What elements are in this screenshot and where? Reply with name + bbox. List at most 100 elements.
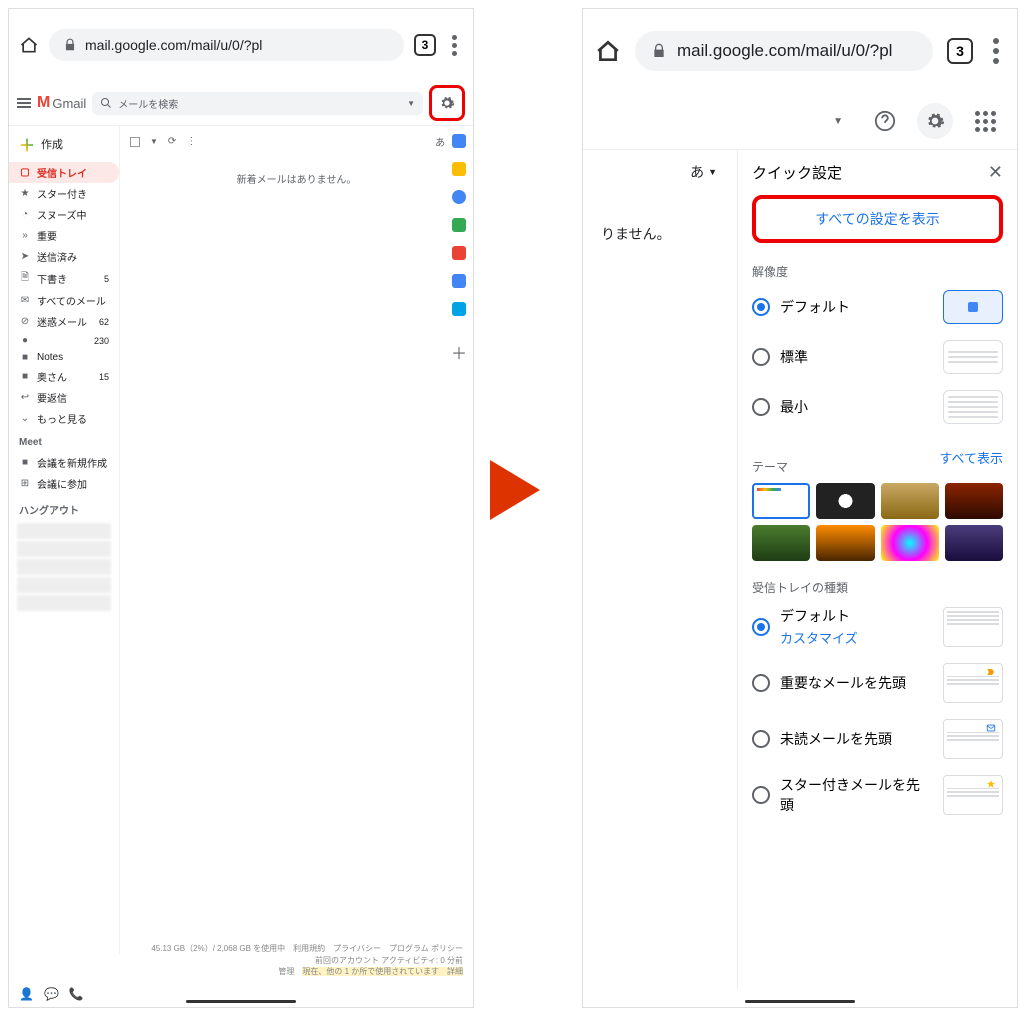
spam-icon: ⊘ bbox=[19, 316, 31, 327]
nav-reply-needed[interactable]: ↩要返信 bbox=[9, 387, 119, 408]
chevron-down-icon[interactable]: ▼ bbox=[823, 110, 853, 133]
theme-option[interactable] bbox=[881, 525, 939, 561]
home-icon[interactable] bbox=[595, 38, 621, 64]
meet-section: Meet bbox=[9, 429, 119, 452]
inbox-preview-icon bbox=[943, 663, 1003, 703]
browser-urlbar: mail.google.com/mail/u/0/?pl 3 bbox=[583, 9, 1017, 93]
hangout-section: ハングアウト bbox=[9, 494, 119, 521]
theme-option[interactable] bbox=[752, 525, 810, 561]
help-icon bbox=[874, 110, 896, 132]
person-icon[interactable]: 👤 bbox=[19, 987, 34, 1001]
refresh-icon[interactable]: ⟳ bbox=[168, 136, 176, 147]
gmail-logo[interactable]: M Gmail bbox=[37, 94, 86, 112]
nav-allmail[interactable]: ✉すべてのメール bbox=[9, 290, 119, 311]
addon-icon[interactable] bbox=[452, 274, 466, 288]
theme-option[interactable] bbox=[945, 483, 1003, 519]
apps-button[interactable] bbox=[967, 103, 1003, 139]
gmail-header: M Gmail メールを検索 ▼ bbox=[9, 81, 473, 126]
empty-inbox-message: 新着メールはありません。 bbox=[126, 171, 467, 186]
settings-button[interactable] bbox=[917, 103, 953, 139]
more-icon[interactable]: ⋮ bbox=[186, 136, 196, 147]
url-field[interactable]: mail.google.com/mail/u/0/?pl bbox=[635, 31, 933, 71]
nav-label-oku[interactable]: ■奥さん15 bbox=[9, 366, 119, 387]
clock-icon: ◔ bbox=[19, 209, 31, 220]
chat-icon[interactable]: 💬 bbox=[44, 987, 59, 1001]
label-icon: ■ bbox=[19, 352, 31, 363]
nav-more[interactable]: ⌄もっと見る bbox=[9, 408, 119, 429]
chat-icons: 👤 💬 📞 bbox=[19, 987, 84, 1001]
theme-option[interactable] bbox=[816, 483, 874, 519]
chevron-down-icon[interactable]: ▼ bbox=[407, 99, 415, 108]
meet-new[interactable]: ■会議を新規作成 bbox=[9, 452, 119, 473]
radio-icon bbox=[752, 298, 770, 316]
add-addon-icon[interactable]: ＋ bbox=[451, 340, 467, 364]
theme-option[interactable] bbox=[945, 525, 1003, 561]
hangout-contact[interactable] bbox=[17, 523, 111, 539]
inbox-type-important[interactable]: 重要なメールを先頭 bbox=[752, 663, 1003, 703]
calendar-icon[interactable] bbox=[452, 134, 466, 148]
contacts-icon[interactable] bbox=[452, 218, 466, 232]
lock-icon bbox=[63, 38, 77, 52]
nav-label-blur[interactable]: ●230 bbox=[9, 332, 119, 349]
inbox-type-unread[interactable]: 未読メールを先頭 bbox=[752, 719, 1003, 759]
density-option-compact[interactable]: 最小 bbox=[752, 390, 1003, 424]
chevron-down-icon[interactable]: ▼ bbox=[150, 137, 158, 146]
density-option-default[interactable]: デフォルト bbox=[752, 290, 1003, 324]
nav-notes[interactable]: ■Notes bbox=[9, 349, 119, 366]
close-button[interactable]: ✕ bbox=[988, 162, 1003, 183]
nav-sent[interactable]: ➤送信済み bbox=[9, 246, 119, 267]
nav-snoozed[interactable]: ◔スヌーズ中 bbox=[9, 204, 119, 225]
density-option-comfortable[interactable]: 標準 bbox=[752, 340, 1003, 374]
browser-menu-icon[interactable] bbox=[987, 38, 1005, 64]
theme-view-all[interactable]: すべて表示 bbox=[939, 448, 1003, 467]
tab-count[interactable]: 3 bbox=[947, 38, 973, 64]
menu-icon[interactable] bbox=[17, 98, 31, 108]
customize-link[interactable]: カスタマイズ bbox=[780, 628, 933, 647]
all-settings-button[interactable]: すべての設定を表示 bbox=[752, 195, 1003, 243]
help-button[interactable] bbox=[867, 103, 903, 139]
compose-button[interactable]: ＋ 作成 bbox=[9, 126, 119, 162]
tab-count[interactable]: 3 bbox=[414, 34, 436, 56]
nav-inbox[interactable]: ▢受信トレイ bbox=[9, 162, 119, 183]
hangout-contact[interactable] bbox=[17, 559, 111, 575]
radio-icon bbox=[752, 348, 770, 366]
lang-indicator[interactable]: あ ▼ bbox=[684, 160, 723, 184]
inbox-preview-icon bbox=[943, 775, 1003, 815]
quick-settings-panel: クイック設定 ✕ すべての設定を表示 解像度 デフォルト 標準 最小 テ bbox=[737, 150, 1017, 990]
mail-icon: ✉ bbox=[19, 295, 31, 306]
nav-important[interactable]: »重要 bbox=[9, 225, 119, 246]
density-preview-icon bbox=[943, 340, 1003, 374]
theme-option[interactable] bbox=[752, 483, 810, 519]
url-field[interactable]: mail.google.com/mail/u/0/?pl bbox=[49, 29, 404, 61]
addon-icon[interactable] bbox=[452, 302, 466, 316]
inbox-type-starred[interactable]: スター付きメールを先頭 bbox=[752, 775, 1003, 815]
gear-icon bbox=[925, 111, 945, 131]
meet-join[interactable]: ⊞会議に参加 bbox=[9, 473, 119, 494]
draft-icon: 🗎 bbox=[19, 270, 31, 287]
search-icon bbox=[100, 97, 112, 109]
addon-icon[interactable] bbox=[452, 246, 466, 260]
nav-spam[interactable]: ⊘迷惑メール62 bbox=[9, 311, 119, 332]
hangout-contact[interactable] bbox=[17, 577, 111, 593]
theme-option[interactable] bbox=[816, 525, 874, 561]
inbox-type-default[interactable]: デフォルトカスタマイズ bbox=[752, 606, 1003, 647]
important-icon bbox=[986, 667, 996, 677]
right-screenshot: mail.google.com/mail/u/0/?pl 3 ▼ あ ▼ りませ… bbox=[582, 8, 1018, 1008]
home-icon[interactable] bbox=[19, 35, 39, 55]
search-input[interactable]: メールを検索 ▼ bbox=[92, 92, 423, 115]
phone-icon[interactable]: 📞 bbox=[69, 987, 84, 1001]
hangout-contact[interactable] bbox=[17, 541, 111, 557]
select-all-checkbox[interactable] bbox=[130, 137, 140, 147]
transition-arrow-icon bbox=[490, 460, 540, 520]
nav-drafts[interactable]: 🗎下書き5 bbox=[9, 267, 119, 290]
browser-menu-icon[interactable] bbox=[446, 35, 463, 56]
lang-indicator[interactable]: あ bbox=[435, 134, 445, 149]
theme-option[interactable] bbox=[881, 483, 939, 519]
nav-starred[interactable]: ★スター付き bbox=[9, 183, 119, 204]
hangout-contact[interactable] bbox=[17, 595, 111, 611]
inbox-icon: ▢ bbox=[19, 167, 31, 178]
mail-toolbar: ▼ ⟳ ⋮ あ ▼ bbox=[126, 132, 467, 151]
settings-button[interactable] bbox=[434, 90, 460, 116]
keep-icon[interactable] bbox=[452, 162, 466, 176]
tasks-icon[interactable] bbox=[452, 190, 466, 204]
